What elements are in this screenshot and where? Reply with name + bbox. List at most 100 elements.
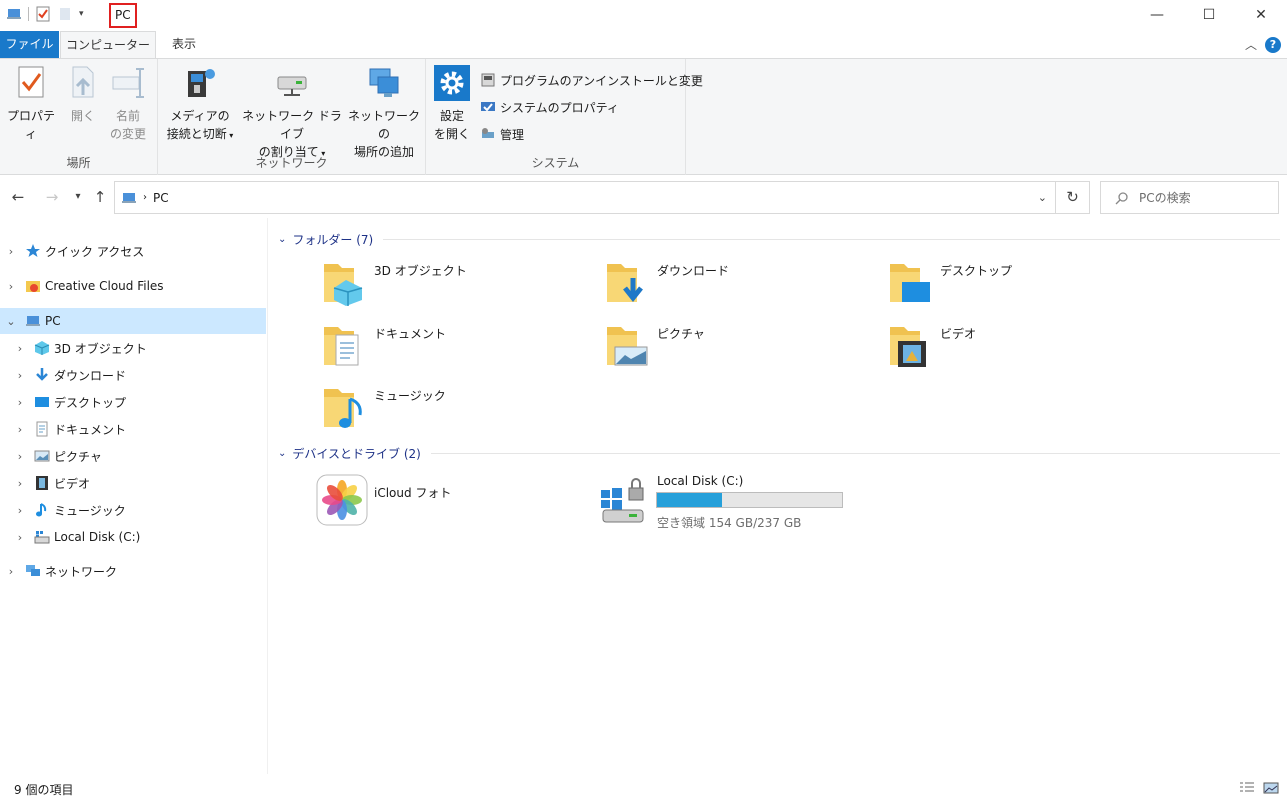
ribbon: プロパティ 開く 名前 の変更 場所 メディアの 接続と切断 ▾ ネットワーク …: [0, 58, 1287, 175]
media-connect-button[interactable]: メディアの 接続と切断 ▾: [162, 65, 238, 145]
back-button[interactable]: ←: [8, 186, 28, 208]
rename-icon: [110, 65, 146, 101]
manage-computer-icon: [480, 126, 496, 142]
device-icloud-photos[interactable]: iCloud フォト: [266, 474, 526, 532]
address-dropdown-icon[interactable]: ⌄: [1038, 191, 1047, 204]
download-arrow-icon: [34, 367, 50, 383]
expand-chevron-icon[interactable]: ›: [14, 396, 26, 409]
new-folder-icon[interactable]: [57, 6, 73, 22]
sidebar-item-videos[interactable]: › ビデオ: [0, 470, 266, 496]
device-label: iCloud フォト: [374, 486, 452, 500]
expand-chevron-icon[interactable]: ›: [14, 531, 26, 544]
folder-music[interactable]: ミュージック: [270, 383, 530, 441]
system-properties-button[interactable]: システムのプロパティ: [480, 96, 619, 118]
devices-group-header[interactable]: ⌄ デバイスとドライブ (2): [278, 443, 1280, 463]
status-bar: 9 個の項目: [0, 776, 1287, 800]
details-view-icon[interactable]: [1239, 780, 1255, 796]
folder-videos[interactable]: ビデオ: [836, 321, 1096, 379]
folder-pictures[interactable]: ピクチャ: [553, 321, 813, 379]
search-input[interactable]: [1139, 190, 1269, 205]
network-drive-icon: [274, 65, 310, 101]
expand-chevron-icon[interactable]: ›: [14, 423, 26, 436]
pc-icon[interactable]: [6, 6, 22, 22]
media-device-icon: [182, 65, 218, 101]
sidebar-item-documents[interactable]: › ドキュメント: [0, 416, 266, 442]
group-label-location: 場所: [66, 156, 91, 170]
expand-chevron-icon[interactable]: ›: [14, 369, 26, 382]
ribbon-collapse-icon[interactable]: ︿: [1245, 36, 1257, 53]
maximize-button[interactable]: ☐: [1182, 0, 1236, 30]
pictures-folder-icon: [603, 321, 651, 369]
ribbon-group-location: プロパティ 開く 名前 の変更 場所: [0, 59, 158, 175]
group-label-system: システム: [531, 156, 580, 170]
add-network-location-button[interactable]: ネットワークの 場所の追加: [346, 65, 422, 161]
expand-chevron-icon[interactable]: ›: [14, 450, 26, 463]
open-settings-button[interactable]: 設定 を開く: [432, 65, 472, 143]
expand-chevron-icon[interactable]: ›: [5, 280, 17, 293]
sidebar-item-music[interactable]: › ミュージック: [0, 497, 266, 523]
sidebar-item-network[interactable]: › ネットワーク: [0, 558, 266, 584]
document-icon: [34, 421, 50, 437]
3d-objects-icon: [34, 340, 50, 356]
collapse-chevron-icon: ⌄: [278, 233, 287, 245]
folder-label: ミュージック: [374, 389, 446, 403]
sidebar-item-quick-access[interactable]: › クイック アクセス: [0, 238, 266, 264]
uninstall-programs-button[interactable]: プログラムのアンインストールと変更: [480, 69, 703, 91]
qat-dropdown-icon[interactable]: ▾: [79, 9, 84, 19]
sidebar-item-local-disk[interactable]: › Local Disk (C:): [0, 524, 266, 550]
sidebar-item-downloads[interactable]: › ダウンロード: [0, 362, 266, 388]
tab-computer[interactable]: コンピューター: [60, 31, 156, 59]
refresh-button[interactable]: ↻: [1056, 181, 1090, 214]
picture-icon: [34, 448, 50, 464]
expand-chevron-icon[interactable]: ›: [14, 504, 26, 517]
properties-check-icon[interactable]: [35, 6, 51, 22]
expand-chevron-icon[interactable]: ›: [5, 565, 17, 578]
map-network-drive-button[interactable]: ネットワーク ドライブ の割り当て ▾: [240, 65, 344, 163]
expand-chevron-icon[interactable]: ›: [5, 245, 17, 258]
search-box[interactable]: [1100, 181, 1279, 214]
pc-icon: [121, 190, 137, 206]
manage-button[interactable]: 管理: [480, 123, 524, 145]
sidebar-item-desktop[interactable]: › デスクトップ: [0, 389, 266, 415]
large-icons-view-icon[interactable]: [1263, 780, 1279, 796]
videos-folder-icon: [886, 321, 934, 369]
folders-group-header[interactable]: ⌄ フォルダー (7): [278, 229, 1280, 249]
breadcrumb-pc[interactable]: PC: [153, 191, 169, 205]
close-button[interactable]: ✕: [1234, 0, 1287, 30]
rename-button[interactable]: 名前 の変更: [104, 65, 152, 143]
properties-icon: [13, 65, 49, 101]
folder-documents[interactable]: ドキュメント: [270, 321, 530, 379]
minimize-button[interactable]: —: [1130, 0, 1184, 30]
open-button[interactable]: 開く: [64, 65, 102, 125]
help-icon[interactable]: ?: [1265, 36, 1281, 53]
tab-file[interactable]: ファイル: [0, 31, 59, 58]
collapse-chevron-icon[interactable]: ⌄: [5, 315, 17, 328]
sidebar-item-creative-cloud[interactable]: › Creative Cloud Files: [0, 273, 266, 299]
up-button[interactable]: ↑: [90, 186, 110, 208]
folder-label: ピクチャ: [657, 327, 705, 341]
downloads-folder-icon: [603, 258, 651, 306]
sidebar-item-pc[interactable]: ⌄ PC: [0, 308, 266, 334]
sidebar-item-3d-objects[interactable]: › 3D オブジェクト: [0, 335, 266, 361]
folder-label: ダウンロード: [657, 264, 730, 278]
forward-button[interactable]: →: [42, 186, 62, 208]
expand-chevron-icon[interactable]: ›: [14, 477, 26, 490]
disk-usage-bar: [656, 492, 843, 508]
tab-view[interactable]: 表示: [160, 31, 208, 58]
collapse-chevron-icon: ⌄: [278, 447, 287, 459]
desktop-folder-icon: [886, 258, 934, 306]
icloud-photos-icon: [316, 474, 368, 526]
address-bar[interactable]: › PC ⌄: [114, 181, 1056, 214]
uninstall-icon: [480, 72, 496, 88]
navigation-bar: ← → ▾ ↑ › PC ⌄ ↻: [0, 180, 1287, 214]
expand-chevron-icon[interactable]: ›: [14, 342, 26, 355]
search-icon: [1115, 191, 1129, 205]
sidebar-item-pictures[interactable]: › ピクチャ: [0, 443, 266, 469]
breadcrumb-separator-icon: ›: [143, 192, 147, 203]
properties-button[interactable]: プロパティ: [4, 65, 58, 143]
folder-3d-objects[interactable]: 3D オブジェクト: [270, 258, 530, 316]
music-note-icon: [34, 502, 50, 518]
folder-desktop[interactable]: デスクトップ: [836, 258, 1096, 316]
recent-locations-button[interactable]: ▾: [68, 186, 88, 208]
folder-downloads[interactable]: ダウンロード: [553, 258, 813, 316]
